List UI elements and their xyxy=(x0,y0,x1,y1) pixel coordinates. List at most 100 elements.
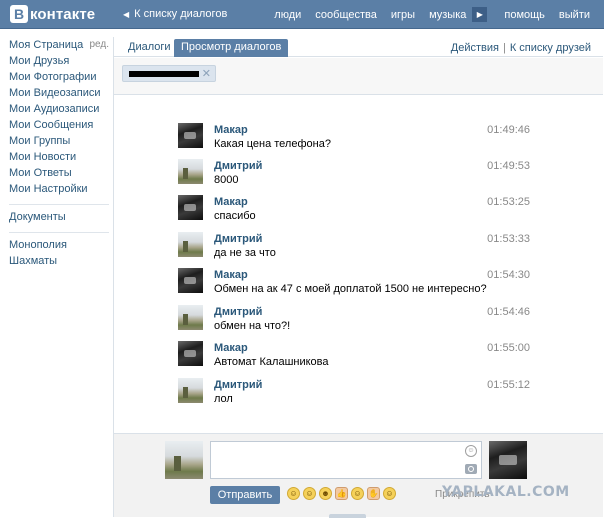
watermark: YAPLAKAL.COM xyxy=(442,484,570,500)
emoji-smile-icon[interactable]: ☺ xyxy=(287,487,300,500)
thumbs-up-icon[interactable]: 👍 xyxy=(335,487,348,500)
close-icon[interactable]: ✕ xyxy=(202,67,211,81)
compose-area: ☺ Отправить ☺ ☺ ☻ 👍 ☺ ✋ ☺ Прикрепить YAP… xyxy=(114,433,603,518)
emoji-laugh-icon[interactable]: ☻ xyxy=(319,487,332,500)
send-button[interactable]: Отправить xyxy=(210,486,280,504)
message-item: Макар Обмен на ак 47 с моей доплатой 150… xyxy=(178,268,530,304)
message-author[interactable]: Дмитрий xyxy=(214,233,262,245)
message-text: обмен на что?! xyxy=(214,320,291,332)
message-text: лол xyxy=(214,393,233,405)
sidebar-item-friends[interactable]: Мои Друзья xyxy=(9,53,109,69)
emoji-grin-icon[interactable]: ☺ xyxy=(303,487,316,500)
sidebar-item-settings[interactable]: Мои Настройки xyxy=(9,181,109,197)
avatar-makar[interactable] xyxy=(178,268,203,293)
avatar-makar[interactable] xyxy=(178,195,203,220)
nav-people[interactable]: люди xyxy=(274,9,301,21)
message-author[interactable]: Макар xyxy=(214,124,248,136)
separator: | xyxy=(502,42,506,54)
message-text: Обмен на ак 47 с моей доплатой 1500 не и… xyxy=(214,283,487,295)
recipient-filter: ✕ xyxy=(114,58,603,95)
redacted-name xyxy=(129,71,199,77)
sidebar-item-messages[interactable]: Мои Сообщения xyxy=(9,117,109,133)
message-text: Какая цена телефона? xyxy=(214,138,331,150)
chevron-left-icon: ◀ xyxy=(123,9,130,19)
message-time: 01:49:53 xyxy=(487,160,530,172)
recipient-token[interactable]: ✕ xyxy=(122,65,216,82)
sidebar-item-photos[interactable]: Мои Фотографии xyxy=(9,69,109,85)
message-author[interactable]: Макар xyxy=(214,196,248,208)
sidebar-item-documents[interactable]: Документы xyxy=(9,209,109,225)
message-list: Макар Какая цена телефона? 01:49:46 Дмит… xyxy=(114,96,603,432)
back-to-dialogs-link[interactable]: ◀ К списку диалогов xyxy=(123,8,227,20)
sidebar-item-groups[interactable]: Мои Группы xyxy=(9,133,109,149)
message-time: 01:49:46 xyxy=(487,124,530,136)
sidebar-item-audio[interactable]: Мои Аудиозаписи xyxy=(9,101,109,117)
dialog-tabs: Диалоги Просмотр диалогов Действия | К с… xyxy=(114,37,603,57)
tab-dialogs[interactable]: Диалоги xyxy=(122,39,177,57)
friends-list-link[interactable]: К списку друзей xyxy=(510,42,591,54)
avatar-dmitry[interactable] xyxy=(178,159,203,184)
play-icon[interactable]: ▶ xyxy=(472,7,488,22)
my-avatar[interactable] xyxy=(165,441,203,479)
hand-icon[interactable]: ✋ xyxy=(367,487,380,500)
tab-actions: Действия | К списку друзей xyxy=(451,42,591,54)
nav-games[interactable]: игры xyxy=(391,9,415,21)
left-menu: Моя Страница ред. Мои Друзья Мои Фотогра… xyxy=(9,37,109,269)
sidebar-item-videos[interactable]: Мои Видеозаписи xyxy=(9,85,109,101)
actions-link[interactable]: Действия xyxy=(451,42,499,54)
avatar-dmitry[interactable] xyxy=(178,378,203,403)
menu-edit-link[interactable]: ред. xyxy=(89,37,109,53)
message-item: Макар Автомат Калашникова 01:55:00 xyxy=(178,341,530,377)
menu-divider xyxy=(9,204,109,205)
message-time: 01:53:25 xyxy=(487,196,530,208)
message-author[interactable]: Дмитрий xyxy=(214,379,262,391)
message-item: Дмитрий 8000 01:49:53 xyxy=(178,159,530,195)
message-text: да не за что xyxy=(214,247,276,259)
back-to-dialogs-label: К списку диалогов xyxy=(134,8,228,20)
nav-help[interactable]: помощь xyxy=(504,9,545,21)
emoji-tears-icon[interactable]: ☺ xyxy=(351,487,364,500)
dialog-panel: Диалоги Просмотр диалогов Действия | К с… xyxy=(113,37,603,518)
top-navigation: люди сообщества игры музыка ▶ помощь вый… xyxy=(260,0,604,29)
message-input[interactable]: ☺ xyxy=(210,441,482,479)
avatar-dmitry[interactable] xyxy=(178,232,203,257)
sidebar-item-answers[interactable]: Мои Ответы xyxy=(9,165,109,181)
message-time: 01:54:46 xyxy=(487,306,530,318)
avatar-makar[interactable] xyxy=(178,341,203,366)
logo-letter: В xyxy=(10,5,28,23)
message-item: Макар спасибо 01:53:25 xyxy=(178,195,530,231)
nav-music[interactable]: музыка xyxy=(429,9,466,21)
message-text: Автомат Калашникова xyxy=(214,356,329,368)
emoji-wink-icon[interactable]: ☺ xyxy=(383,487,396,500)
message-time: 01:54:30 xyxy=(487,269,530,281)
menu-divider xyxy=(9,232,109,233)
tab-view-dialogs[interactable]: Просмотр диалогов xyxy=(174,39,289,57)
sidebar-item-chess[interactable]: Шахматы xyxy=(9,253,109,269)
message-time: 01:53:33 xyxy=(487,233,530,245)
message-author[interactable]: Дмитрий xyxy=(214,306,262,318)
nav-communities[interactable]: сообщества xyxy=(315,9,377,21)
message-text: 8000 xyxy=(214,174,239,186)
message-item: Дмитрий обмен на что?! 01:54:46 xyxy=(178,305,530,341)
emoji-bar: ☺ ☺ ☻ 👍 ☺ ✋ ☺ xyxy=(287,487,399,500)
scroll-handle[interactable] xyxy=(329,514,366,518)
avatar-dmitry[interactable] xyxy=(178,305,203,330)
camera-icon[interactable] xyxy=(465,464,477,474)
sidebar-item-monopoly[interactable]: Монополия xyxy=(9,237,109,253)
message-text: спасибо xyxy=(214,210,256,222)
message-time: 01:55:12 xyxy=(487,379,530,391)
sidebar-item-news[interactable]: Мои Новости xyxy=(9,149,109,165)
smile-icon[interactable]: ☺ xyxy=(465,445,477,457)
message-author[interactable]: Макар xyxy=(214,269,248,281)
message-author[interactable]: Дмитрий xyxy=(214,160,262,172)
message-author[interactable]: Макар xyxy=(214,342,248,354)
avatar-makar[interactable] xyxy=(178,123,203,148)
vk-logo[interactable]: В контакте xyxy=(10,5,95,23)
message-item: Дмитрий лол 01:55:12 xyxy=(178,378,530,414)
top-bar: В контакте ◀ К списку диалогов люди сооб… xyxy=(0,0,604,29)
nav-logout[interactable]: выйти xyxy=(559,9,590,21)
message-item: Дмитрий да не за что 01:53:33 xyxy=(178,232,530,268)
recipient-avatar[interactable] xyxy=(489,441,527,479)
message-item: Макар Какая цена телефона? 01:49:46 xyxy=(178,123,530,159)
message-time: 01:55:00 xyxy=(487,342,530,354)
